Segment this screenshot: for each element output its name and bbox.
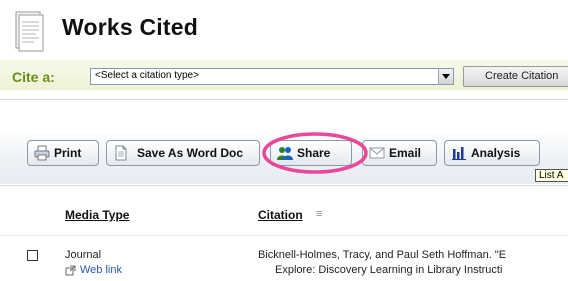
column-header-media-type[interactable]: Media Type: [65, 208, 129, 222]
column-header-citation[interactable]: Citation: [258, 208, 303, 222]
toolbar-divider: [0, 185, 568, 186]
save-as-word-button[interactable]: Save As Word Doc: [106, 140, 260, 166]
highlight-ring: [262, 132, 368, 174]
email-label: Email: [389, 146, 422, 160]
web-link[interactable]: Web link: [80, 264, 122, 276]
citation-line-1: Bicknell-Holmes, Tracy, and Paul Seth Ho…: [258, 249, 507, 261]
printer-icon: [34, 145, 50, 161]
sort-icon[interactable]: ≡: [316, 208, 322, 220]
analysis-label: Analysis: [471, 146, 521, 160]
citation-type-select-value: <Select a citation type>: [95, 70, 199, 81]
print-label: Print: [54, 146, 82, 160]
cite-label: Cite a:: [12, 69, 55, 85]
word-doc-icon: [115, 145, 127, 161]
bar-chart-icon: [452, 147, 466, 160]
page-title: Works Cited: [62, 14, 198, 40]
create-citation-button[interactable]: Create Citation: [463, 66, 568, 87]
chevron-down-icon[interactable]: [438, 69, 453, 84]
citation-line-2: Explore: Discovery Learning in Library I…: [275, 264, 503, 276]
external-link-icon[interactable]: [65, 265, 76, 276]
tooltip: List A: [535, 169, 568, 182]
analysis-button[interactable]: Analysis: [444, 140, 540, 166]
row-checkbox[interactable]: [27, 250, 38, 261]
save-as-word-label: Save As Word Doc: [137, 146, 244, 160]
header-row-divider: [0, 235, 568, 236]
envelope-icon: [369, 147, 385, 159]
print-button[interactable]: Print: [27, 140, 99, 166]
document-icon: [15, 11, 44, 52]
citation-type-select[interactable]: <Select a citation type>: [90, 68, 454, 85]
media-type-cell: Journal: [65, 249, 102, 261]
email-button[interactable]: Email: [362, 140, 437, 166]
